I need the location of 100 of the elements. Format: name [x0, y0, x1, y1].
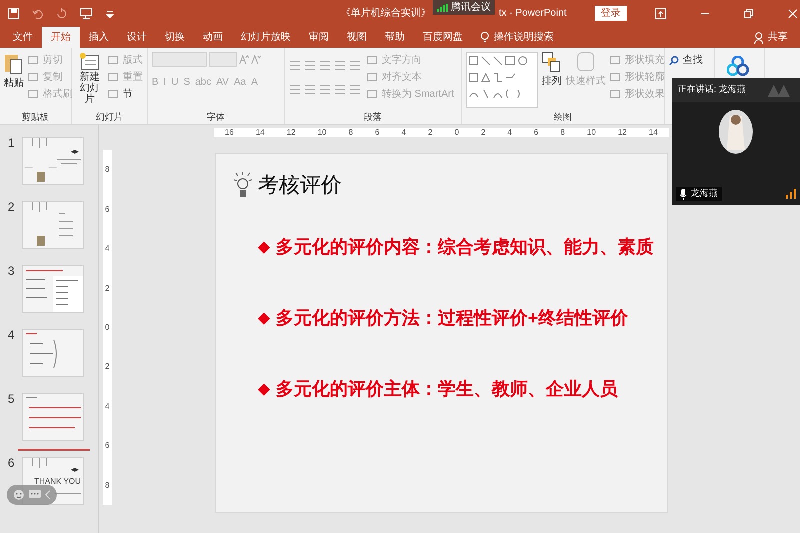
ruler-number: 2: [481, 128, 486, 137]
slide-number[interactable]: 2: [8, 201, 16, 213]
ruler-number: 16: [225, 128, 234, 137]
ribbon-tab[interactable]: 插入: [80, 27, 118, 48]
ruler-number: 8: [560, 128, 566, 137]
tool-icon: [108, 55, 119, 66]
ribbon-tab[interactable]: 审阅: [300, 27, 338, 48]
alignment-buttons-drawing[interactable]: [289, 84, 363, 96]
bullet-marker: ◆: [258, 238, 270, 258]
ruler-number: 0: [105, 322, 110, 332]
ruler-number: 2: [105, 362, 110, 372]
slide-thumbnail[interactable]: [22, 265, 84, 313]
ribbon-tab[interactable]: 视图: [338, 27, 376, 48]
slide-number[interactable]: 3: [8, 265, 16, 277]
bullet-text: 多元化的评价方法：过程性评价+终结性评价: [276, 307, 629, 330]
ruler-number: 8: [105, 480, 110, 490]
participant-name: 龙海燕: [691, 187, 718, 200]
ruler-number: 8: [105, 165, 110, 174]
ruler-number: 2: [105, 284, 110, 293]
speaking-label: 正在讲话: 龙海燕: [678, 83, 746, 96]
tool-icon: [610, 55, 621, 66]
bullet-text: 多元化的评价主体：学生、教师、企业人员: [276, 378, 618, 401]
shrink-font-icon[interactable]: [251, 54, 261, 64]
ribbon-tab[interactable]: 切换: [156, 27, 194, 48]
ribbon-tab[interactable]: 设计: [118, 27, 156, 48]
ruler-number: 4: [105, 402, 110, 411]
tool-icon: [610, 89, 621, 100]
tool-icon: [28, 55, 39, 66]
shapes-gallery[interactable]: [466, 52, 538, 110]
slide-title: 考核评价: [258, 173, 342, 200]
ribbon-tab[interactable]: 开始: [42, 27, 80, 48]
slide-thumbnail[interactable]: [22, 393, 84, 441]
ribbon-tab[interactable]: 百度网盘: [414, 27, 472, 48]
font-size-field[interactable]: [209, 52, 237, 67]
meeting-label: 腾讯会议: [451, 0, 491, 15]
slide-thumbnail[interactable]: [22, 329, 84, 377]
slide-number[interactable]: 5: [8, 393, 16, 405]
login-button[interactable]: 登录: [594, 6, 627, 21]
ruler-number: 6: [105, 441, 110, 450]
arrange-button[interactable]: 排列: [542, 52, 562, 110]
lightbulb-icon: [480, 31, 490, 44]
share-button[interactable]: 共享: [768, 30, 788, 45]
ribbon-tab[interactable]: 动画: [194, 27, 232, 48]
group-label: 剪贴板: [21, 111, 50, 124]
ribbon-display-icon[interactable]: [654, 8, 667, 20]
paste-button[interactable]: 粘贴: [4, 52, 24, 110]
slide-number[interactable]: 4: [8, 329, 16, 341]
list-buttons-drawing[interactable]: [289, 60, 363, 72]
redo-icon[interactable]: [56, 8, 68, 20]
ruler-number: 8: [348, 128, 354, 137]
tell-me-search[interactable]: 操作说明搜索: [494, 30, 554, 45]
bullet-marker: ◆: [258, 380, 270, 400]
group-label: 字体: [206, 111, 226, 124]
restore-icon[interactable]: [742, 8, 755, 20]
search-icon: [669, 56, 679, 66]
ruler-number: 2: [428, 128, 433, 137]
ribbon-tab[interactable]: 幻灯片放映: [232, 27, 300, 48]
ruler-number: 14: [256, 128, 265, 137]
font-name-field[interactable]: [152, 52, 207, 67]
window-title: tx - PowerPoint: [499, 7, 567, 21]
slide-number[interactable]: 1: [8, 137, 16, 149]
slide-thumbnail[interactable]: [22, 137, 84, 185]
meeting-badge[interactable]: 腾讯会议: [433, 0, 495, 15]
group-label: 段落: [363, 111, 383, 124]
tool-icon: [367, 55, 378, 66]
group-label: 绘图: [553, 111, 573, 124]
find-button[interactable]: 查找: [683, 53, 703, 68]
signal-icon: [437, 4, 449, 12]
tool-icon: [28, 72, 39, 83]
cloud-app-icon[interactable]: [727, 56, 749, 76]
undo-icon[interactable]: [32, 8, 44, 20]
ribbon-tab[interactable]: 帮助: [376, 27, 414, 48]
ribbon-command[interactable]: 节: [123, 87, 133, 102]
tool-icon: [367, 89, 378, 100]
slideshow-icon[interactable]: [80, 8, 94, 20]
microphone-icon: [680, 188, 687, 200]
customize-icon[interactable]: [106, 10, 114, 18]
emoji-icon[interactable]: [13, 489, 25, 501]
tool-icon: [367, 72, 378, 83]
ruler-number: 4: [402, 128, 406, 137]
slide-number[interactable]: 6: [8, 457, 16, 469]
ruler-number: 4: [508, 128, 512, 137]
tool-icon: [28, 89, 39, 100]
ruler-number: 12: [286, 128, 296, 137]
grow-font-icon[interactable]: [239, 54, 249, 64]
ribbon-tab[interactable]: 文件: [4, 27, 42, 48]
ruler-number: 10: [318, 128, 327, 137]
ruler-number: 14: [649, 128, 658, 137]
bullet-text: 多元化的评价内容：综合考虑知识、能力、素质: [276, 236, 654, 259]
ruler-number: 12: [618, 128, 627, 137]
bullet-marker: ◆: [258, 308, 270, 328]
person-icon: [754, 32, 764, 44]
save-icon[interactable]: [8, 8, 20, 20]
slide-thumbnail[interactable]: [22, 201, 84, 249]
new-slide-button[interactable]: 新建 幻灯片: [76, 52, 104, 110]
chat-icon[interactable]: [29, 490, 41, 500]
signal-icon: [786, 189, 796, 199]
avatar-placeholder: [719, 110, 753, 154]
close-icon[interactable]: [786, 8, 799, 20]
chevron-left-icon[interactable]: [45, 490, 51, 500]
